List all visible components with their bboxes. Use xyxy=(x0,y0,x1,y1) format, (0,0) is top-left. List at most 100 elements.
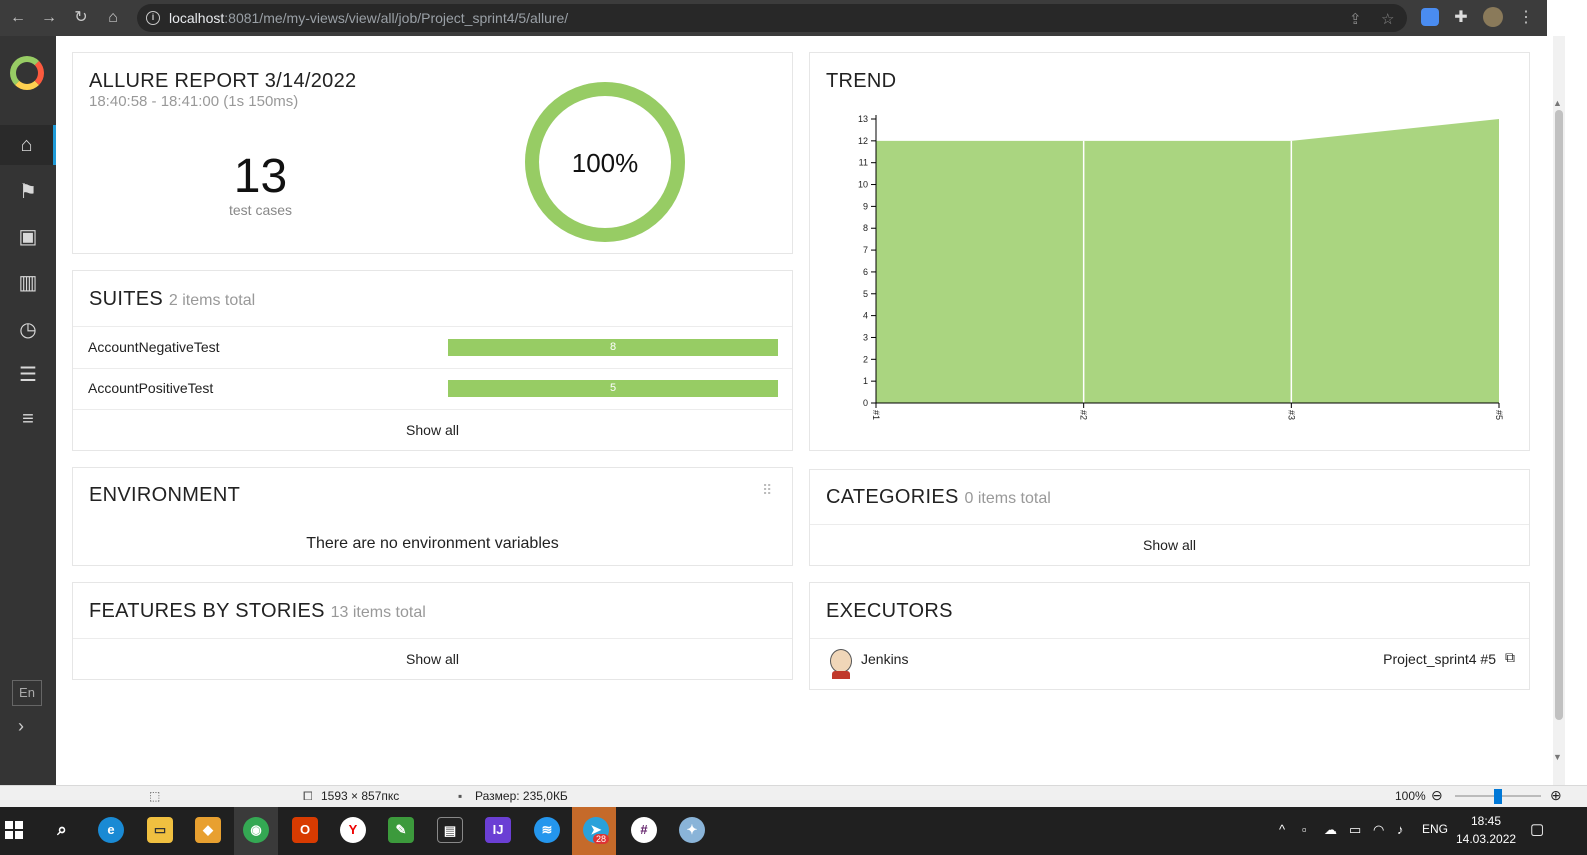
site-info-icon[interactable]: i xyxy=(146,11,160,25)
suite-name[interactable]: AccountNegativeTest xyxy=(88,339,220,355)
file-size: Размер: 235,0КБ xyxy=(475,789,568,803)
trend-area-segment xyxy=(1291,119,1499,403)
zoom-extension-icon[interactable] xyxy=(1421,8,1439,26)
drag-handle-icon[interactable]: ⠿ xyxy=(762,482,772,499)
selection-icon: ⬚ xyxy=(149,789,161,803)
forward-icon[interactable]: → xyxy=(37,6,61,30)
x-tick-label: #1 xyxy=(871,410,881,420)
test-case-count: 13 xyxy=(233,150,288,203)
yandex-icon[interactable]: Y xyxy=(340,817,366,843)
y-tick-label: 7 xyxy=(863,245,868,255)
categories-count: 0 items total xyxy=(964,490,1051,507)
categories-show-all-link[interactable]: Show all xyxy=(810,537,1529,553)
y-tick-label: 12 xyxy=(858,136,868,146)
external-link-icon[interactable]: ⧉ xyxy=(1505,649,1515,666)
paint-icon[interactable]: ✦ xyxy=(679,817,705,843)
battery-icon[interactable]: ▭ xyxy=(1349,822,1361,838)
onedrive-icon[interactable]: ☁ xyxy=(1324,822,1337,838)
expand-sidebar-icon[interactable]: › xyxy=(18,716,24,737)
docker-icon[interactable]: ≋ xyxy=(534,817,560,843)
test-case-label: test cases xyxy=(228,202,293,218)
start-icon[interactable] xyxy=(5,821,23,839)
page-scrollbar[interactable]: ▲ ▼ xyxy=(1547,0,1587,785)
show-hidden-icons[interactable]: ^ xyxy=(1279,822,1285,837)
divider xyxy=(73,326,792,327)
system-clock[interactable]: 18:45 14.03.2022 xyxy=(1456,812,1516,848)
taskbar: ⌕ e ▭ ◆ ◉ O Y ✎ ▤ IJ ≋ ➤ 28 # ✦ ^ ▫ ☁ ▭ … xyxy=(0,807,1587,855)
suite-name[interactable]: AccountPositiveTest xyxy=(88,380,213,396)
features-title: FEATURES BY STORIES 13 items total xyxy=(89,600,426,623)
divider xyxy=(73,638,792,639)
bookmark-star-icon[interactable]: ☆ xyxy=(1381,10,1394,28)
sidebar-item-overview[interactable]: ⌂ xyxy=(0,125,56,165)
list-icon: ☰ xyxy=(19,363,37,386)
report-time: 18:40:58 - 18:41:00 (1s 150ms) xyxy=(89,93,299,110)
x-tick-label: #3 xyxy=(1286,410,1296,420)
office-icon[interactable]: O xyxy=(292,817,318,843)
browser-menu-icon[interactable]: ⋮ xyxy=(1514,6,1538,30)
y-tick-label: 0 xyxy=(863,398,868,408)
build-link[interactable]: Project_sprint4 #5 xyxy=(1383,651,1496,667)
app-icon[interactable]: ◆ xyxy=(195,817,221,843)
allure-logo[interactable] xyxy=(10,56,44,90)
features-title-text: FEATURES BY STORIES xyxy=(89,600,325,622)
features-widget: FEATURES BY STORIES 13 items total Show … xyxy=(72,582,793,680)
y-tick-label: 11 xyxy=(859,158,868,168)
dimensions-icon: ⧠ xyxy=(303,789,313,803)
zoom-out-icon[interactable]: ⊖ xyxy=(1431,787,1443,804)
zoom-in-icon[interactable]: ⊕ xyxy=(1550,787,1562,804)
share-icon[interactable]: ⇪ xyxy=(1349,10,1362,28)
zoom-level: 100% xyxy=(1395,789,1426,803)
sidebar-item-behaviors[interactable]: ☰ xyxy=(0,354,56,394)
menu-icon: ≡ xyxy=(22,407,34,430)
url-text[interactable]: localhost:8081/me/my-views/view/all/job/… xyxy=(169,10,568,26)
suites-widget: SUITES 2 items total AccountNegativeTest… xyxy=(72,270,793,451)
input-language[interactable]: ENG xyxy=(1422,822,1448,836)
divider xyxy=(810,524,1529,525)
address-bar[interactable]: i localhost:8081/me/my-views/view/all/jo… xyxy=(137,4,1407,32)
success-percent: 100% xyxy=(572,148,639,178)
environment-title: ENVIRONMENT xyxy=(89,484,241,506)
notifications-icon[interactable]: ▢ xyxy=(1530,820,1544,838)
scroll-up-icon[interactable]: ▲ xyxy=(1553,98,1562,108)
executor-name: Jenkins xyxy=(861,651,909,667)
wifi-icon[interactable]: ◠ xyxy=(1373,822,1384,838)
trend-widget: TREND 0 1 2 3 4 5 6 7 8 9 10 11 12 13 #1 #2 #3 #5 xyxy=(809,52,1530,451)
home-page-icon[interactable]: ⌂ xyxy=(101,6,125,30)
y-tick-label: 8 xyxy=(863,223,868,233)
profile-avatar[interactable] xyxy=(1483,7,1503,27)
language-button[interactable]: En xyxy=(12,680,42,706)
slack-icon[interactable]: # xyxy=(631,817,657,843)
suite-status-bar[interactable]: 5 xyxy=(448,380,778,397)
extensions-icon[interactable]: ✚ xyxy=(1449,6,1473,30)
file-explorer-icon[interactable]: ▭ xyxy=(147,817,173,843)
suites-title-text: SUITES xyxy=(89,288,164,310)
sidebar-item-categories[interactable]: ⚑ xyxy=(0,171,56,211)
search-icon[interactable]: ⌕ xyxy=(49,817,75,843)
intellij-icon[interactable]: IJ xyxy=(485,817,511,843)
categories-widget: CATEGORIES 0 items total Show all xyxy=(809,469,1530,566)
suite-status-bar[interactable]: 8 xyxy=(448,339,778,356)
chrome-icon[interactable]: ◉ xyxy=(243,817,269,843)
edge-icon[interactable]: e xyxy=(98,817,124,843)
scrollbar-thumb[interactable] xyxy=(1555,110,1563,720)
sidebar-item-graphs[interactable]: ▥ xyxy=(0,262,56,302)
zoom-slider-thumb[interactable] xyxy=(1494,789,1502,804)
suites-show-all-link[interactable]: Show all xyxy=(73,422,792,438)
back-icon[interactable]: ← xyxy=(6,6,30,30)
meet-icon[interactable]: ▫ xyxy=(1302,822,1307,837)
volume-icon[interactable]: ♪ xyxy=(1397,822,1404,837)
y-tick-label: 13 xyxy=(858,114,868,124)
sidebar-item-packages[interactable]: ≡ xyxy=(0,399,56,439)
notepad-icon[interactable]: ✎ xyxy=(388,817,414,843)
sidebar-item-timeline[interactable]: ◷ xyxy=(0,309,56,349)
sidebar-item-suites[interactable]: ▣ xyxy=(0,216,56,256)
home-icon: ⌂ xyxy=(20,133,33,156)
scroll-down-icon[interactable]: ▼ xyxy=(1553,752,1562,762)
report-title: ALLURE REPORT 3/14/2022 xyxy=(89,70,357,92)
clock-time: 18:45 xyxy=(1470,814,1502,828)
terminal-icon[interactable]: ▤ xyxy=(437,817,463,843)
features-show-all-link[interactable]: Show all xyxy=(73,651,792,667)
y-tick-label: 1 xyxy=(863,376,868,386)
reload-icon[interactable]: ↻ xyxy=(69,6,93,30)
